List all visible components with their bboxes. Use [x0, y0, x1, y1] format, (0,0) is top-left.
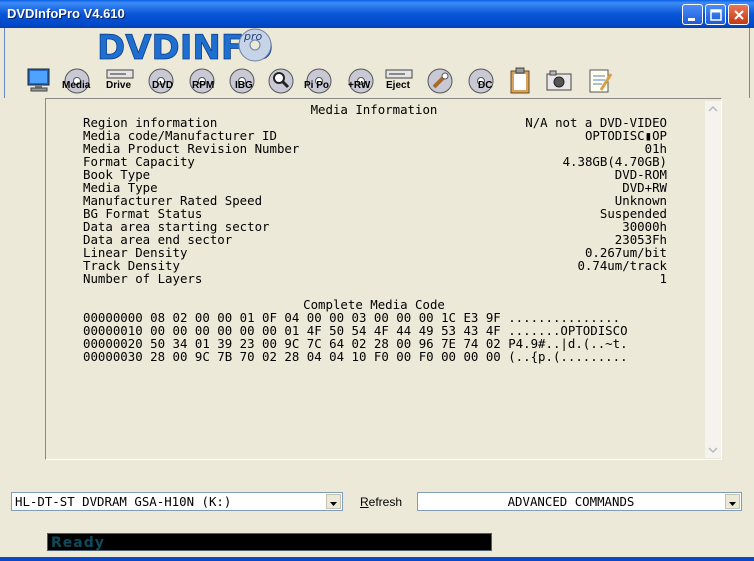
hex-dump: 00000000 08 02 00 00 01 0F 04 00 00 03 0…: [83, 311, 683, 363]
notepad-icon: [589, 69, 613, 93]
pipo-button[interactable]: Pi Po: [304, 66, 338, 96]
close-button[interactable]: [728, 4, 749, 25]
drive-select-value: HL-DT-ST DVDRAM GSA-H10N (K:): [15, 494, 232, 509]
drive-dropdown-button[interactable]: [326, 494, 341, 509]
magnifier-disc-icon: [268, 68, 294, 94]
info-label: Number of Layers: [83, 271, 203, 286]
minimize-icon: [688, 18, 695, 21]
camera-icon: [546, 70, 572, 91]
dc-button[interactable]: DC: [466, 66, 498, 96]
app-logo: DVDINFO pro: [95, 28, 285, 69]
media-info-list: Region information N/A not a DVD-VIDEO Me…: [83, 116, 667, 285]
pipo-label: Pi Po: [304, 80, 330, 91]
info-row: Book Type DVD-ROM: [83, 168, 667, 181]
window-frame-bottom: [0, 557, 754, 561]
vertical-scrollbar[interactable]: [705, 101, 721, 458]
scroll-down-button[interactable]: [705, 442, 721, 458]
info-value: 1: [659, 271, 667, 286]
rw-label: +RW: [348, 80, 371, 91]
close-icon: [734, 10, 744, 20]
hex-row: 00000030 28 00 9C 7B 70 02 28 04 04 10 F…: [83, 349, 628, 364]
tools-button[interactable]: [426, 66, 454, 96]
media-info-panel[interactable]: Media Information Region information N/A …: [45, 98, 722, 460]
dropdown-arrow-icon: [729, 502, 736, 506]
info-value: 0.74um/track: [577, 258, 667, 273]
title-bar[interactable]: DVDInfoPro V4.610: [0, 0, 754, 28]
rpm-button[interactable]: RPM: [187, 66, 217, 96]
copy-button[interactable]: [506, 66, 534, 96]
info-row: Number of Layers 1: [83, 272, 667, 285]
dropdown-arrow-icon: [330, 502, 337, 506]
logo-pro-badge: pro: [243, 30, 263, 43]
advanced-dropdown-button[interactable]: [725, 494, 740, 509]
rw-button[interactable]: +RW: [346, 66, 378, 96]
advanced-commands-select[interactable]: ADVANCED COMMANDS: [417, 492, 742, 511]
maximize-icon: [710, 9, 722, 21]
info-row: Format Capacity 4.38GB(4.70GB): [83, 155, 667, 168]
scroll-up-button[interactable]: [705, 101, 721, 117]
media-label: Media: [62, 80, 91, 91]
wrench-disc-icon: [427, 68, 453, 94]
scan-button[interactable]: [267, 66, 295, 96]
rpm-label: RPM: [192, 80, 215, 91]
clipboard-icon: [510, 67, 530, 94]
monitor-button[interactable]: [26, 66, 52, 96]
drive-select[interactable]: HL-DT-ST DVDRAM GSA-H10N (K:): [11, 492, 343, 511]
maximize-button[interactable]: [705, 4, 726, 25]
app-window: DVDInfoPro V4.610 DVDINFO pro Media Driv…: [0, 0, 754, 561]
drive-label: Drive: [106, 80, 132, 91]
drive-button[interactable]: Drive: [105, 66, 137, 96]
ibg-label: IBG: [235, 80, 253, 91]
refresh-label: efresh: [368, 495, 403, 509]
window-title: DVDInfoPro V4.610: [7, 6, 125, 21]
advanced-commands-value: ADVANCED COMMANDS: [507, 494, 635, 509]
dc-label: DC: [478, 80, 493, 91]
minimize-button[interactable]: [682, 4, 703, 25]
dvd-label: DVD: [152, 80, 174, 91]
ibg-button[interactable]: IBG: [227, 66, 257, 96]
eject-button[interactable]: Eject: [384, 66, 414, 96]
monitor-icon: [27, 68, 50, 92]
eject-label: Eject: [386, 80, 410, 91]
notes-button[interactable]: [586, 66, 614, 96]
status-text: Ready: [51, 535, 105, 551]
toolbar: Media Drive DVD RPM IBG Pi Po +RW Eject …: [24, 66, 624, 98]
chevron-up-icon: [708, 105, 718, 112]
dvd-button[interactable]: DVD: [146, 66, 176, 96]
refresh-button[interactable]: Refresh: [360, 495, 402, 509]
status-bar: Ready: [47, 533, 492, 551]
media-button[interactable]: Media: [62, 66, 98, 96]
refresh-accel: R: [360, 495, 369, 509]
chevron-down-icon: [708, 447, 718, 454]
screenshot-button[interactable]: [544, 66, 574, 96]
